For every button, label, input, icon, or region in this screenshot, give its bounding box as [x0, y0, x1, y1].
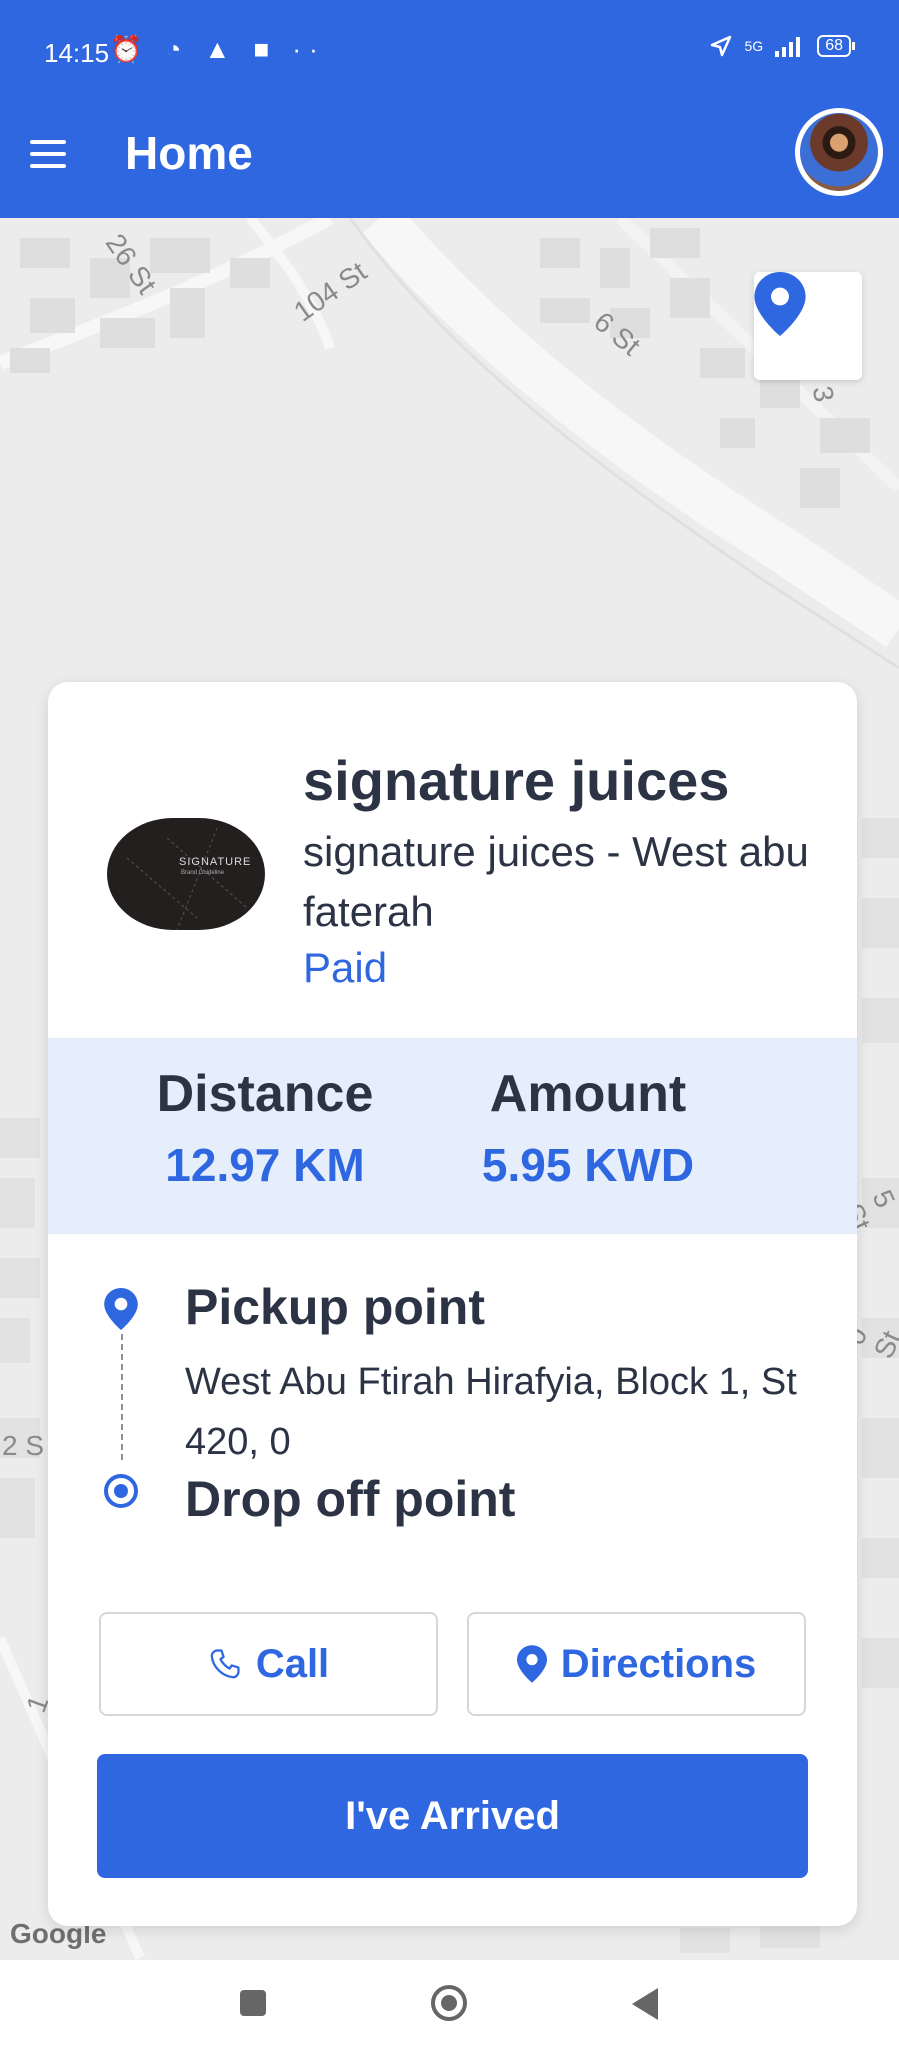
- distance-value: 12.97 KM: [165, 1139, 365, 1191]
- payment-status: Paid: [303, 944, 388, 991]
- status-notification-icons: ⏰ ◔ ▲ ■ ··: [110, 34, 326, 64]
- app-bar: Home: [0, 90, 899, 218]
- distance-label: Distance: [156, 1065, 374, 1123]
- status-time: 14:15: [44, 38, 110, 68]
- route-details: Pickup point West Abu Ftirah Hirafyia, B…: [48, 1234, 857, 1594]
- battery-icon: 68: [817, 35, 855, 57]
- amount-stat: Amount 5.95 KWD: [463, 1064, 713, 1192]
- amount-label: Amount: [489, 1065, 687, 1123]
- pickup-pin-icon: [104, 1288, 138, 1330]
- store-logo-text: SIGNATURE: [179, 856, 252, 868]
- hamburger-icon[interactable]: [30, 140, 66, 168]
- store-logo-subtext: Brand Guideline: [181, 870, 225, 876]
- amount-value: 5.95 KWD: [481, 1139, 695, 1191]
- back-icon[interactable]: [632, 1988, 658, 2020]
- system-nav-bar: [0, 1960, 899, 2048]
- navigation-arrow-icon: [710, 35, 731, 57]
- distance-stat: Distance 12.97 KM: [140, 1064, 390, 1192]
- store-name: signature juices: [303, 749, 730, 812]
- order-stats: Distance 12.97 KM Amount 5.95 KWD: [48, 1038, 857, 1234]
- order-card: SIGNATURE Brand Guideline signature juic…: [48, 682, 857, 1926]
- route-connector: [121, 1334, 123, 1460]
- store-logo: SIGNATURE Brand Guideline: [107, 818, 265, 930]
- dropoff-title: Drop off point: [185, 1471, 516, 1527]
- dropoff-target-icon: [104, 1474, 138, 1508]
- store-branch: signature juices - West abu faterah: [303, 828, 809, 935]
- pickup-address: West Abu Ftirah Hirafyia, Block 1, St 42…: [185, 1361, 797, 1463]
- recent-apps-icon[interactable]: [240, 1990, 266, 2016]
- street-label: 2 S: [2, 1430, 45, 1461]
- call-button[interactable]: Call: [99, 1612, 438, 1716]
- home-icon[interactable]: [431, 1985, 467, 2021]
- location-pin-icon: [754, 272, 806, 336]
- status-system-icons: 5G 68: [709, 34, 855, 58]
- my-location-button[interactable]: [754, 272, 862, 380]
- phone-icon: [210, 1649, 240, 1679]
- pickup-title: Pickup point: [185, 1279, 485, 1335]
- avatar-image: [800, 113, 878, 191]
- status-bar: 14:15 ⏰ ◔ ▲ ■ ·· 5G 68: [0, 0, 899, 90]
- directions-button[interactable]: Directions: [467, 1612, 806, 1716]
- arrived-button[interactable]: I've Arrived: [97, 1754, 808, 1878]
- signal-icon: [775, 37, 801, 57]
- page-title: Home: [125, 127, 253, 179]
- call-label: Call: [255, 1641, 330, 1686]
- network-type: 5G: [744, 38, 764, 54]
- location-pin-icon: [516, 1645, 547, 1683]
- directions-label: Directions: [560, 1641, 757, 1686]
- avatar[interactable]: [795, 108, 883, 196]
